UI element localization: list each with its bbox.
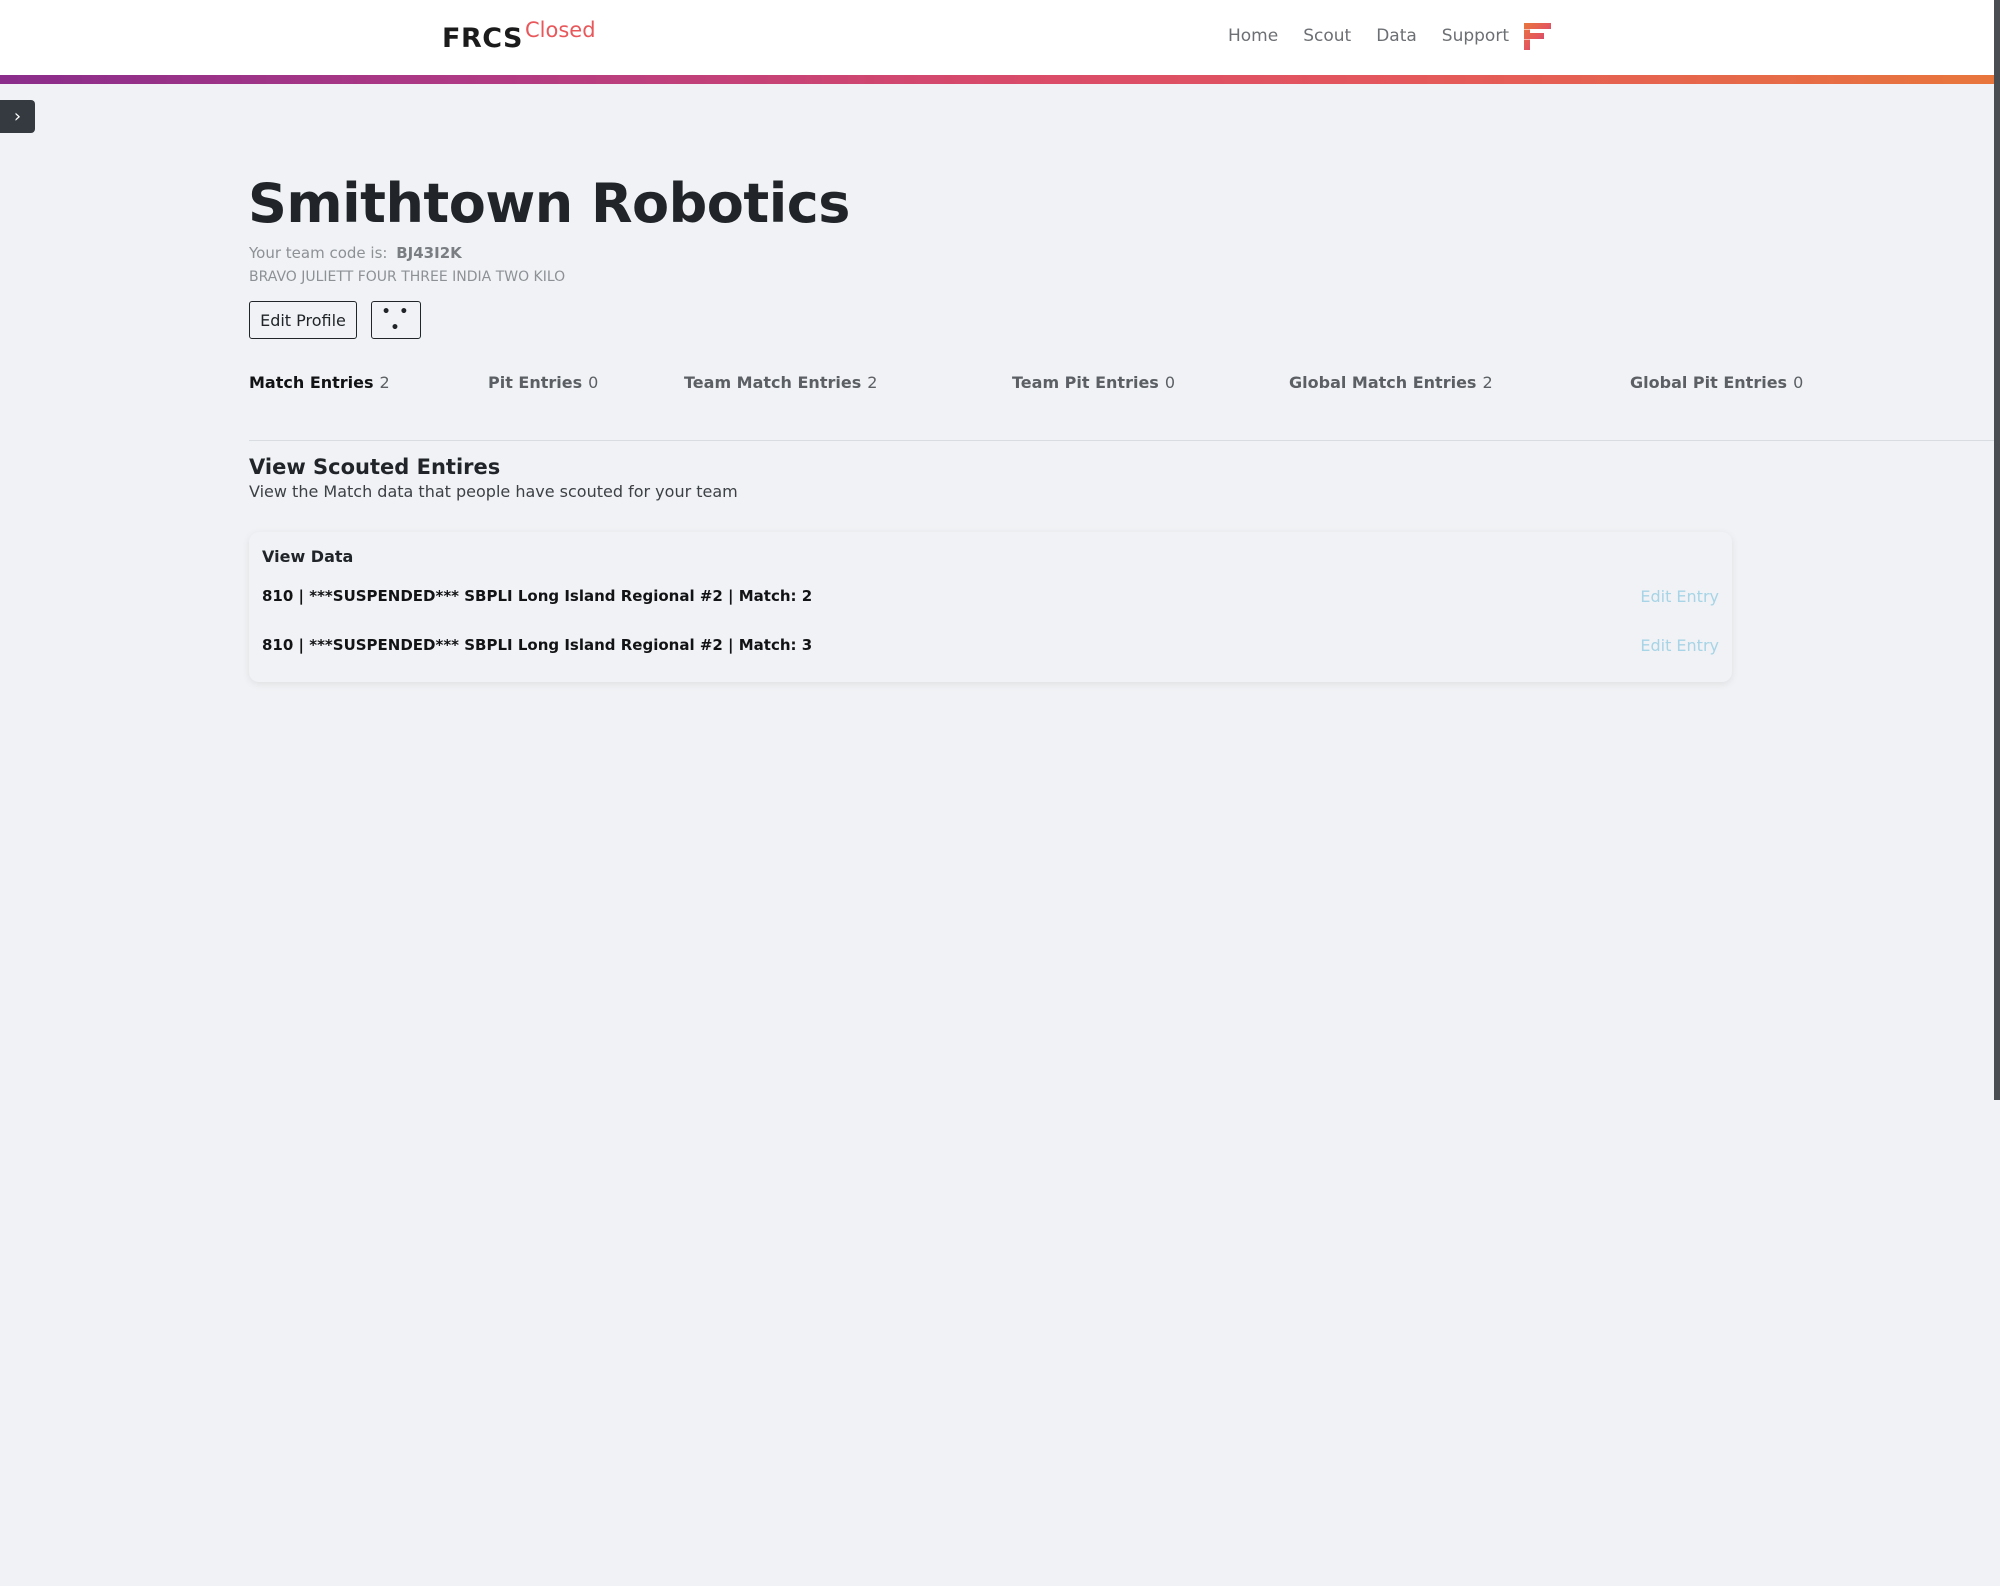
entry-title[interactable]: 810 | ***SUSPENDED*** SBPLI Long Island … bbox=[262, 587, 812, 605]
tab-match-entries[interactable]: Match Entries 2 bbox=[249, 373, 390, 392]
tab-team-match-entries[interactable]: Team Match Entries 2 bbox=[684, 373, 877, 392]
tab-count: 2 bbox=[1482, 373, 1493, 392]
tab-global-pit-entries[interactable]: Global Pit Entries 0 bbox=[1630, 373, 1803, 392]
edit-entry-link[interactable]: Edit Entry bbox=[1640, 587, 1719, 606]
scrollbar-thumb[interactable] bbox=[1994, 0, 2000, 1100]
tab-label: Match Entries bbox=[249, 373, 374, 392]
list-item[interactable]: 810 | ***SUSPENDED*** SBPLI Long Island … bbox=[262, 630, 1719, 660]
tab-team-pit-entries[interactable]: Team Pit Entries 0 bbox=[1012, 373, 1175, 392]
nav-link-home[interactable]: Home bbox=[1228, 26, 1278, 46]
team-name: Smithtown Robotics bbox=[248, 172, 850, 235]
brand-status: Closed bbox=[525, 18, 596, 42]
tab-label: Global Match Entries bbox=[1289, 373, 1477, 392]
list-item[interactable]: 810 | ***SUSPENDED*** SBPLI Long Island … bbox=[262, 581, 1719, 611]
card-header: View Data bbox=[262, 547, 354, 566]
tab-pit-entries[interactable]: Pit Entries 0 bbox=[488, 373, 598, 392]
team-code-phonetic: BRAVO JULIETT FOUR THREE INDIA TWO KILO bbox=[249, 269, 566, 285]
nav-link-scout[interactable]: Scout bbox=[1303, 26, 1351, 46]
chevron-right-icon: › bbox=[13, 106, 22, 127]
tab-count: 2 bbox=[867, 373, 878, 392]
entries-card: View Data 810 | ***SUSPENDED*** SBPLI Lo… bbox=[249, 532, 1732, 682]
brand-logo[interactable]: FRCS Closed bbox=[442, 18, 596, 54]
section-subtitle: View the Match data that people have sco… bbox=[249, 482, 738, 501]
entry-title[interactable]: 810 | ***SUSPENDED*** SBPLI Long Island … bbox=[262, 636, 812, 654]
tab-label: Pit Entries bbox=[488, 373, 583, 392]
accent-gradient-bar bbox=[0, 75, 1994, 84]
tab-label: Team Pit Entries bbox=[1012, 373, 1159, 392]
tab-count: 0 bbox=[1793, 373, 1804, 392]
tab-count: 2 bbox=[379, 373, 390, 392]
nav-link-data[interactable]: Data bbox=[1376, 26, 1417, 46]
more-options-button[interactable]: • • • bbox=[371, 301, 421, 339]
tab-label: Team Match Entries bbox=[684, 373, 862, 392]
nav-link-support[interactable]: Support bbox=[1442, 26, 1509, 46]
scrollbar-track[interactable] bbox=[1994, 0, 2000, 1586]
team-code-line: Your team code is: BJ43I2K bbox=[249, 244, 462, 262]
brand-name: FRCS bbox=[442, 23, 523, 54]
team-code-value: BJ43I2K bbox=[396, 244, 462, 262]
frcs-logo-icon[interactable] bbox=[1522, 21, 1553, 52]
sidebar-toggle-button[interactable]: › bbox=[0, 100, 35, 133]
section-title: View Scouted Entires bbox=[249, 455, 501, 479]
tab-label: Global Pit Entries bbox=[1630, 373, 1788, 392]
tab-global-match-entries[interactable]: Global Match Entries 2 bbox=[1289, 373, 1493, 392]
edit-entry-link[interactable]: Edit Entry bbox=[1640, 636, 1719, 655]
top-navbar: FRCS Closed Home Scout Data Support bbox=[0, 0, 1994, 75]
tab-count: 0 bbox=[588, 373, 599, 392]
nav-links: Home Scout Data Support bbox=[1228, 26, 1534, 46]
section-divider bbox=[249, 440, 1994, 441]
team-code-label: Your team code is: bbox=[249, 244, 388, 262]
tab-count: 0 bbox=[1164, 373, 1176, 392]
edit-profile-button[interactable]: Edit Profile bbox=[249, 301, 357, 339]
entries-tabs: Match Entries 2 Pit Entries 0 Team Match E… bbox=[0, 373, 1994, 413]
